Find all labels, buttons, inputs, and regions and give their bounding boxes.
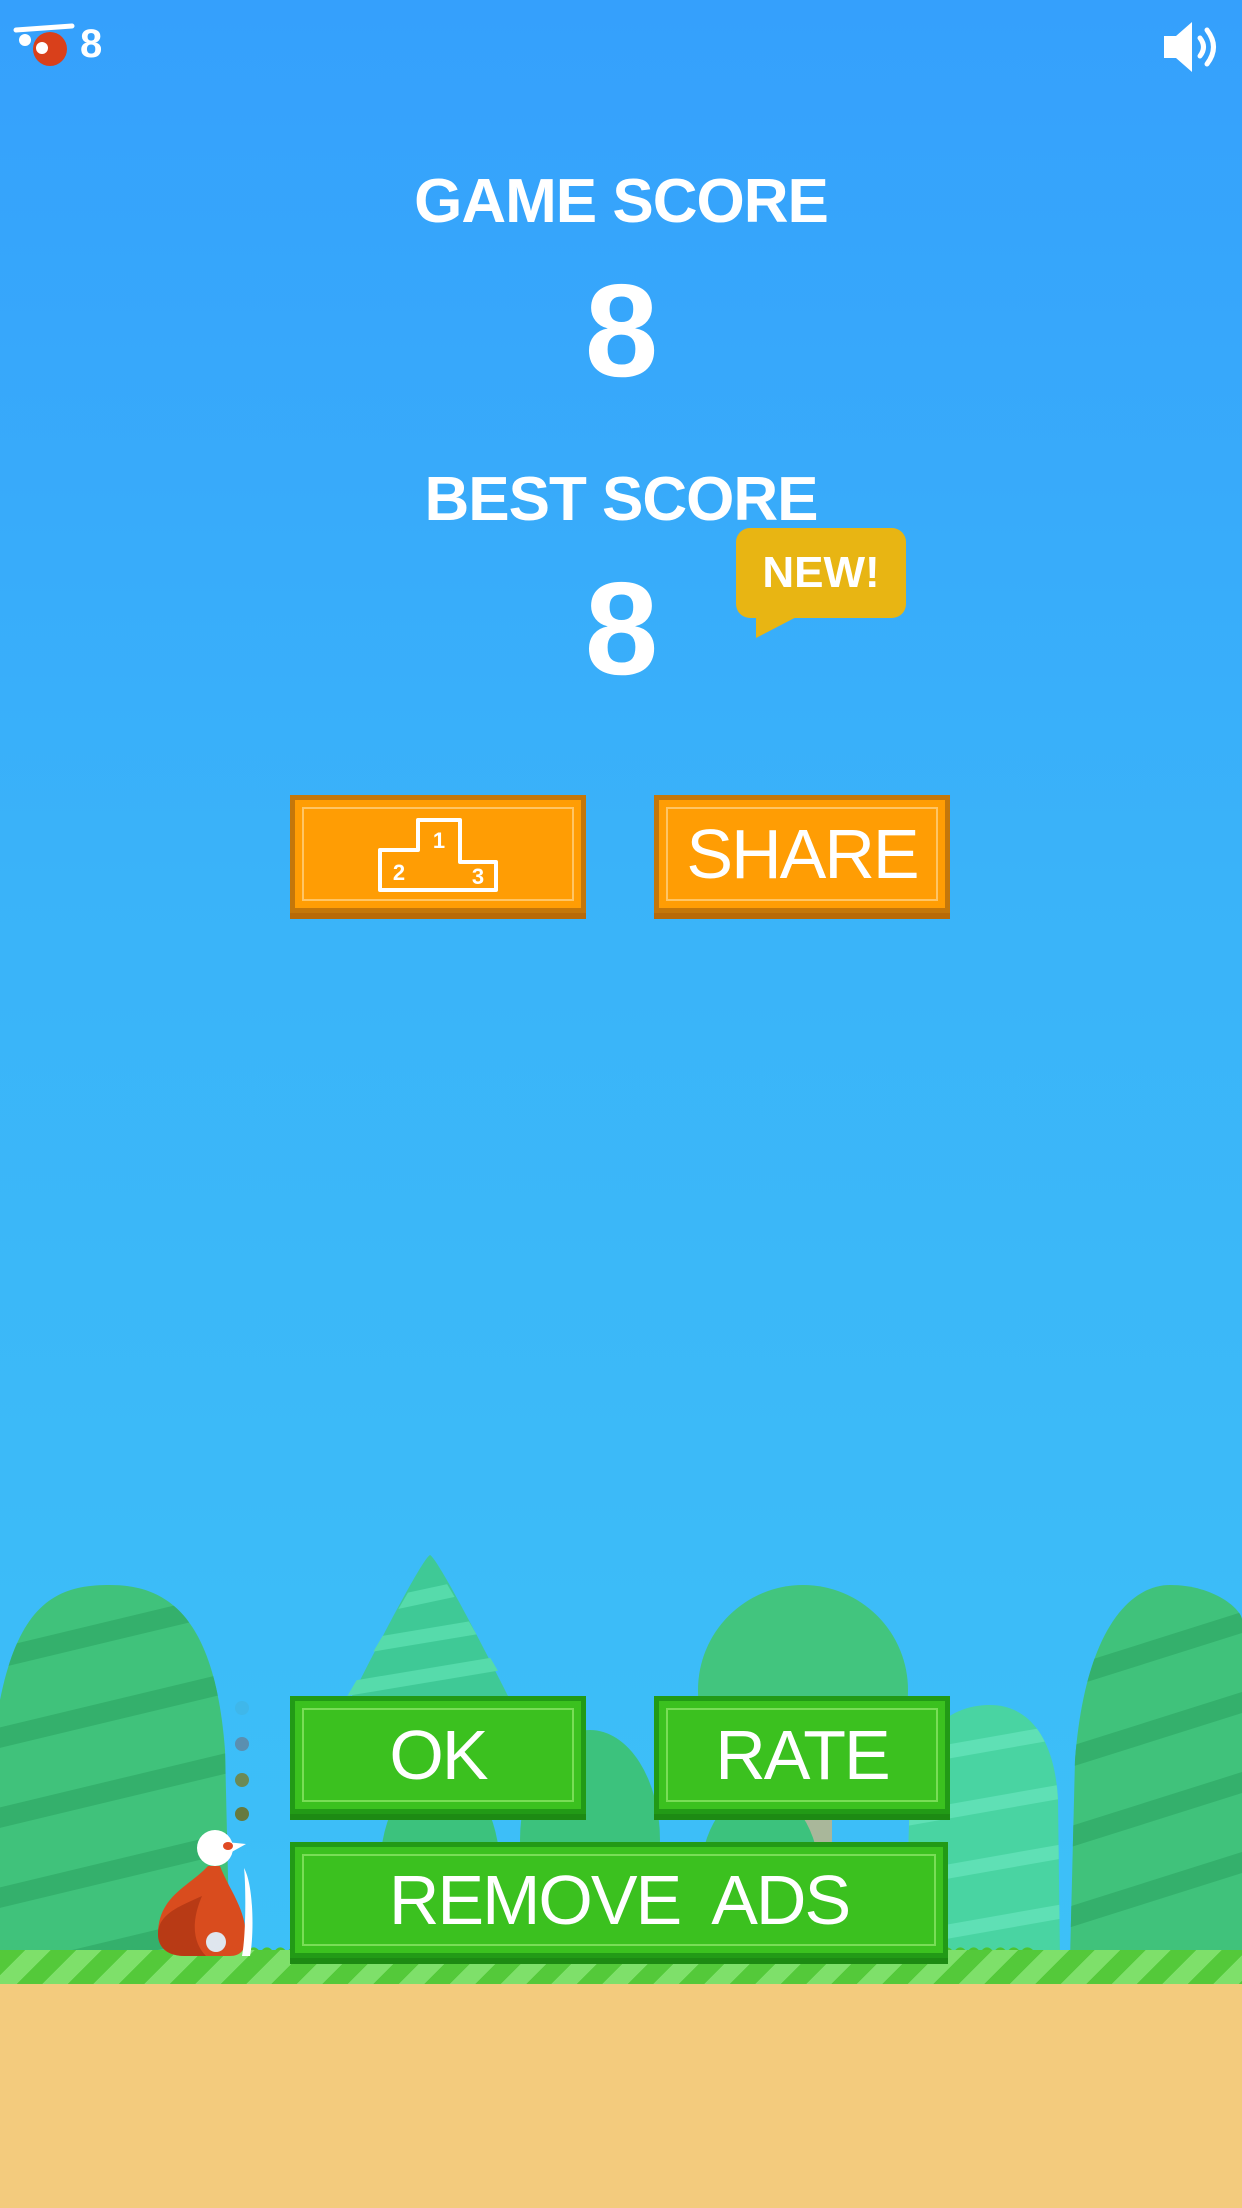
- rate-button[interactable]: RATE: [654, 1696, 950, 1814]
- share-button[interactable]: SHARE: [654, 795, 950, 913]
- rate-label: RATE: [715, 1716, 890, 1794]
- ok-label: OK: [389, 1716, 488, 1794]
- game-score-value: 8: [584, 257, 658, 404]
- share-label: SHARE: [686, 815, 919, 893]
- badge-tail: [756, 612, 806, 638]
- remove-ads-label: REMOVE ADS: [388, 1861, 851, 1939]
- speaker-volume-icon[interactable]: [1160, 18, 1224, 76]
- red-bird-coin-icon: [13, 23, 75, 66]
- game-score-label: GAME SCORE: [414, 167, 829, 236]
- coin-count: 8: [80, 22, 103, 66]
- new-record-badge: NEW!: [736, 528, 906, 618]
- best-score-label: BEST SCORE: [424, 465, 818, 534]
- new-badge-label: NEW!: [762, 548, 880, 597]
- leaderboard-button[interactable]: 2 1 3: [290, 795, 586, 913]
- podium-3-label: 3: [472, 864, 484, 889]
- ok-button[interactable]: OK: [290, 1696, 586, 1814]
- remove-ads-button[interactable]: REMOVE ADS: [290, 1842, 948, 1958]
- game-over-screen: 8 GAME SCORE 8 BEST SCORE 8 NEW! 2 1 3 S…: [0, 0, 1242, 2208]
- podium-leaderboard-icon: 2 1 3: [378, 818, 498, 892]
- best-score-value: 8: [584, 555, 658, 702]
- bird-character: [158, 1830, 253, 1956]
- podium-2-label: 2: [393, 860, 405, 885]
- podium-1-label: 1: [433, 828, 445, 853]
- sand-ground: [0, 1984, 1242, 2208]
